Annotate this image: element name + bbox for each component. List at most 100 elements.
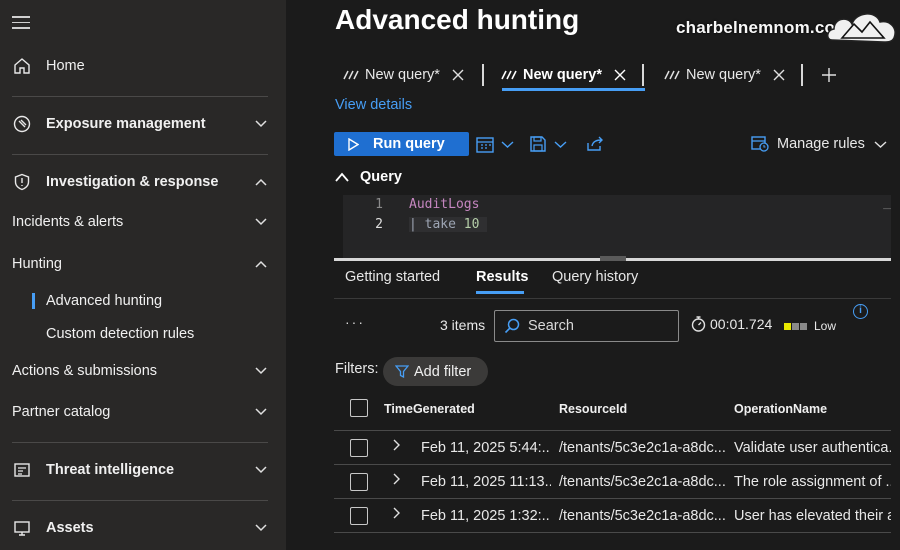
more-options-button[interactable]: ··· bbox=[345, 314, 365, 330]
tab-separator bbox=[642, 64, 644, 86]
chevron-up-icon[interactable] bbox=[254, 257, 268, 271]
cell-operation: User has elevated their a... bbox=[734, 508, 891, 524]
add-filter-button[interactable]: Add filter bbox=[383, 357, 488, 386]
level-block-empty bbox=[800, 322, 807, 330]
sidebar-item-label: Hunting bbox=[12, 256, 62, 272]
query-icon bbox=[664, 70, 680, 80]
tab-query-2[interactable]: New query* bbox=[501, 60, 626, 90]
tab-separator bbox=[801, 64, 803, 86]
home-icon bbox=[12, 56, 32, 76]
sidebar-item-label: Exposure management bbox=[46, 116, 206, 132]
run-query-label: Run query bbox=[373, 136, 445, 152]
page-title: Advanced hunting bbox=[335, 4, 580, 35]
info-icon[interactable]: i bbox=[853, 304, 868, 319]
main-content: Advanced hunting charbelnemnom.com New q… bbox=[286, 0, 900, 550]
row-checkbox[interactable] bbox=[350, 473, 368, 491]
cell-time: Feb 11, 2025 11:13... bbox=[421, 474, 551, 490]
share-icon[interactable] bbox=[586, 135, 605, 152]
stopwatch-icon bbox=[691, 316, 706, 332]
resource-usage-indicator: Low bbox=[784, 319, 836, 333]
items-count: 3 items bbox=[440, 317, 486, 333]
chevron-down-icon[interactable] bbox=[254, 405, 268, 419]
manage-rules-icon bbox=[751, 136, 769, 152]
tab-getting-started[interactable]: Getting started bbox=[345, 269, 440, 285]
close-icon[interactable] bbox=[614, 69, 626, 81]
select-all-checkbox[interactable] bbox=[350, 399, 368, 417]
sidebar-item-partner-catalog[interactable]: Partner catalog bbox=[0, 394, 286, 430]
calendar-icon bbox=[476, 136, 494, 153]
table-row[interactable]: Feb 11, 2025 5:44:... /tenants/5c3e2c1a-… bbox=[334, 431, 891, 465]
sidebar-item-custom-detection-rules[interactable]: Custom detection rules bbox=[0, 319, 286, 349]
compass-icon bbox=[12, 114, 32, 134]
sidebar-item-exposure-management[interactable]: Exposure management bbox=[0, 106, 286, 142]
tab-results[interactable]: Results bbox=[476, 269, 528, 285]
watermark-logo-icon bbox=[827, 13, 896, 43]
sidebar-item-label: Advanced hunting bbox=[46, 293, 163, 309]
assets-icon bbox=[12, 518, 32, 538]
level-block-filled bbox=[784, 322, 791, 330]
sidebar-item-incidents-alerts[interactable]: Incidents & alerts bbox=[0, 204, 286, 240]
tab-label: New query* bbox=[365, 67, 440, 83]
add-filter-label: Add filter bbox=[414, 363, 472, 380]
sidebar-item-advanced-hunting[interactable]: Advanced hunting bbox=[0, 286, 286, 316]
sidebar-item-threat-intelligence[interactable]: Threat intelligence bbox=[0, 452, 286, 488]
divider bbox=[12, 500, 268, 501]
report-icon bbox=[12, 460, 32, 480]
tab-query-1[interactable]: New query* bbox=[343, 60, 464, 90]
row-checkbox[interactable] bbox=[350, 507, 368, 525]
column-header[interactable]: OperationName bbox=[734, 402, 827, 416]
table-row[interactable]: Feb 11, 2025 11:13... /tenants/5c3e2c1a-… bbox=[334, 465, 891, 499]
sidebar-item-investigation[interactable]: Investigation & response bbox=[0, 164, 286, 200]
chevron-down-icon[interactable] bbox=[254, 364, 268, 378]
close-icon[interactable] bbox=[452, 69, 464, 81]
sidebar-item-label: Incidents & alerts bbox=[12, 214, 124, 230]
resize-handle[interactable] bbox=[600, 256, 626, 261]
code-line-1: AuditLogs bbox=[409, 197, 480, 212]
query-section-title: Query bbox=[360, 169, 402, 185]
play-icon bbox=[348, 137, 359, 151]
sidebar-item-label: Assets bbox=[46, 520, 94, 536]
chevron-up-icon bbox=[335, 172, 349, 182]
tab-label: New query* bbox=[523, 67, 602, 83]
sidebar-item-actions-submissions[interactable]: Actions & submissions bbox=[0, 353, 286, 389]
cell-operation: The role assignment of ... bbox=[734, 474, 891, 490]
chevron-up-icon[interactable] bbox=[254, 175, 268, 189]
chevron-down-icon[interactable] bbox=[254, 463, 268, 477]
column-header[interactable]: TimeGenerated bbox=[384, 402, 475, 416]
tab-query-3[interactable]: New query* bbox=[664, 60, 785, 90]
sidebar-item-assets[interactable]: Assets bbox=[0, 510, 286, 546]
query-icon bbox=[501, 70, 517, 80]
row-checkbox[interactable] bbox=[350, 439, 368, 457]
chevron-down-icon[interactable] bbox=[254, 117, 268, 131]
query-editor[interactable]: 1 2 AuditLogs | take 10 _ bbox=[343, 195, 891, 259]
chevron-right-icon[interactable] bbox=[391, 439, 401, 451]
column-header[interactable]: ResourceId bbox=[559, 402, 627, 416]
code-number: 10 bbox=[463, 217, 480, 232]
chevron-right-icon[interactable] bbox=[391, 473, 401, 485]
sidebar-item-label: Home bbox=[46, 58, 85, 74]
cell-time: Feb 11, 2025 1:32:... bbox=[421, 508, 551, 524]
save-button[interactable] bbox=[530, 135, 567, 153]
cell-resource: /tenants/5c3e2c1a-a8dc... bbox=[559, 474, 726, 490]
view-details-link[interactable]: View details bbox=[335, 97, 412, 113]
save-icon bbox=[530, 136, 546, 152]
plus-icon[interactable] bbox=[821, 67, 837, 83]
search-placeholder: Search bbox=[528, 318, 574, 334]
tab-query-history[interactable]: Query history bbox=[552, 269, 638, 285]
chevron-right-icon[interactable] bbox=[391, 507, 401, 519]
minimize-icon[interactable]: _ bbox=[883, 195, 891, 210]
divider bbox=[12, 154, 268, 155]
chevron-down-icon[interactable] bbox=[254, 215, 268, 229]
chevron-down-icon[interactable] bbox=[254, 521, 268, 535]
table-row[interactable]: Feb 11, 2025 1:32:... /tenants/5c3e2c1a-… bbox=[334, 499, 891, 533]
query-section-toggle[interactable]: Query bbox=[334, 169, 402, 185]
run-query-button[interactable]: Run query bbox=[334, 132, 469, 156]
sidebar-item-hunting[interactable]: Hunting bbox=[0, 246, 286, 282]
search-input[interactable]: Search bbox=[494, 310, 679, 342]
sidebar-item-label: Actions & submissions bbox=[12, 363, 158, 379]
sidebar-item-home[interactable]: Home bbox=[0, 48, 286, 84]
close-icon[interactable] bbox=[773, 69, 785, 81]
time-range-button[interactable] bbox=[476, 135, 514, 153]
hamburger-icon[interactable] bbox=[12, 16, 30, 30]
manage-rules-button[interactable]: Manage rules bbox=[751, 135, 887, 152]
